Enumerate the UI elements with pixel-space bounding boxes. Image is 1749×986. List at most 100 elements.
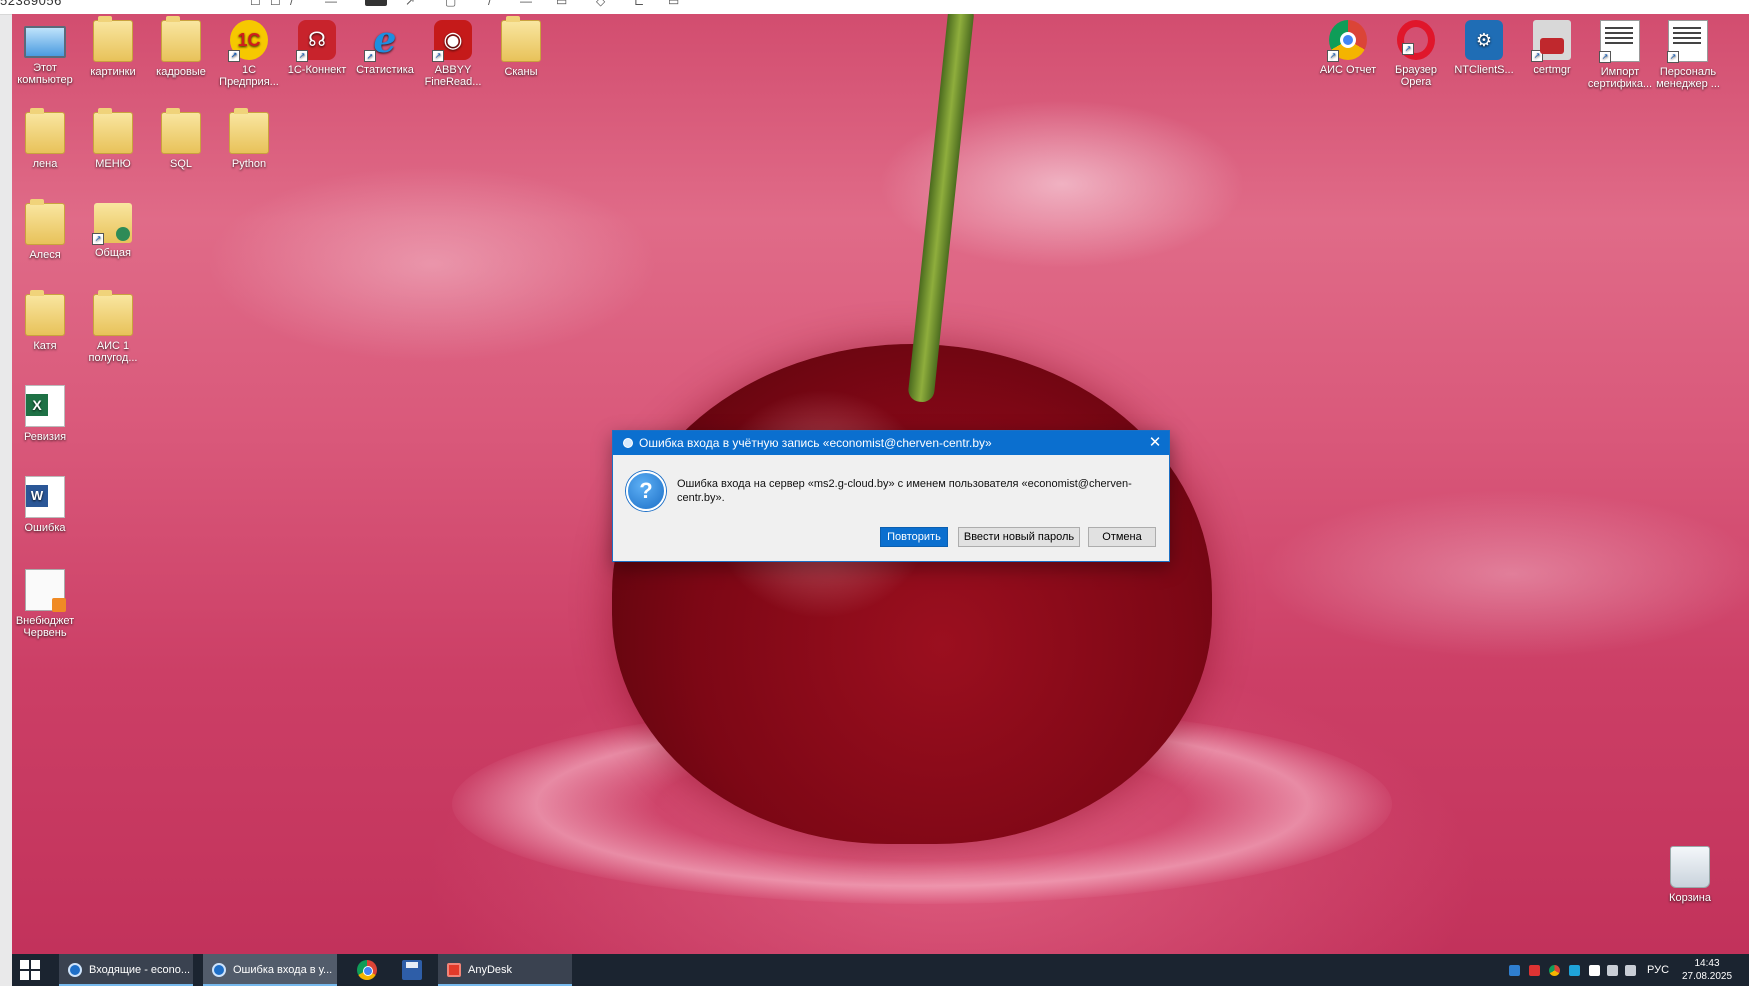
icon-label: АИС Отчет	[1319, 64, 1377, 76]
desktop-icon-1c-konnekt[interactable]: ☊ ↗ 1С-Коннект	[284, 14, 350, 76]
folder-icon	[93, 16, 133, 62]
toolbar-icon-3[interactable]: /	[290, 0, 293, 8]
desktop-icon-oshibka[interactable]: Ошибка	[12, 470, 78, 534]
desktop-icon-ais-otchet[interactable]: ↗ АИС Отчет	[1315, 14, 1381, 76]
desktop-icon-sql[interactable]: SQL	[148, 106, 214, 170]
cancel-button[interactable]: Отмена	[1088, 527, 1156, 547]
new-password-button[interactable]: Ввести новый пароль	[958, 527, 1080, 547]
taskbar: Входящие - econo... Ошибка входа в у... …	[12, 954, 1749, 986]
icon-label: Алеся	[29, 249, 61, 261]
document-icon	[25, 569, 66, 612]
volume-muted-icon[interactable]	[1625, 965, 1636, 976]
thunderbird-app-icon	[623, 438, 633, 448]
toolbar-icon-10[interactable]: ◇	[596, 0, 605, 8]
task-label: AnyDesk	[468, 964, 513, 976]
clock[interactable]: 14:43 27.08.2025	[1677, 957, 1737, 983]
desktop-icon-certmgr[interactable]: ↗ certmgr	[1519, 14, 1585, 76]
toolbar-icon-7[interactable]: /	[488, 0, 491, 8]
tray-monitor-icon[interactable]	[1607, 965, 1618, 976]
close-icon[interactable]: ✕	[1141, 431, 1169, 455]
thunderbird-icon	[68, 963, 82, 977]
icon-label: certmgr	[1533, 64, 1571, 76]
task-label: Входящие - econo...	[89, 964, 191, 976]
dialog-message: Ошибка входа на сервер «ms2.g-cloud.by» …	[677, 478, 1132, 504]
toolbar-icon-9[interactable]: ▭	[556, 0, 567, 8]
desktop-icon-skany[interactable]: Сканы	[488, 14, 554, 78]
desktop-icon-menu[interactable]: МЕНЮ	[80, 106, 146, 170]
folder-icon	[25, 199, 65, 245]
icon-label: кадровые	[156, 66, 206, 78]
language-indicator[interactable]: РУС	[1647, 954, 1669, 986]
1c-icon: 1С ↗	[228, 20, 268, 62]
desktop-icon-1c-enterprise[interactable]: 1С ↗ 1С Предприя...	[216, 14, 282, 88]
icon-label: Статистика	[356, 64, 414, 76]
desktop-icon-recycle-bin[interactable]: Корзина	[1657, 840, 1723, 904]
toolbar-icon-2[interactable]: ☐	[270, 0, 281, 8]
icon-label: Ошибка	[24, 522, 66, 534]
chrome-icon[interactable]	[357, 960, 377, 980]
shared-folder-icon: ↗	[92, 203, 132, 245]
task-anydesk[interactable]: AnyDesk	[438, 954, 572, 986]
desktop-icon-vnebudzhet[interactable]: Внебюджет Червень	[12, 563, 78, 639]
desktop-icon-kartinki[interactable]: картинки	[80, 14, 146, 78]
desktop-icon-lena[interactable]: лена	[12, 106, 78, 170]
icon-label: 1С Предприя...	[219, 64, 279, 88]
tray-app-icon[interactable]	[1509, 965, 1520, 976]
dialog-titlebar[interactable]: Ошибка входа в учётную запись «economist…	[613, 431, 1169, 455]
desktop-icon-obshchaya[interactable]: ↗ Общая	[80, 197, 146, 259]
certmgr-icon: ↗	[1531, 20, 1571, 62]
desktop-icon-personal-manager[interactable]: ↗ Персональ менеджер ...	[1655, 14, 1721, 90]
toolbar-icon-12[interactable]: ▭	[668, 0, 679, 8]
desktop-icon-reviziya[interactable]: Ревизия	[12, 379, 78, 443]
icon-label: Python	[231, 158, 267, 170]
certificate-icon: ↗	[1599, 20, 1640, 63]
floppy-disk-icon[interactable]	[402, 960, 422, 980]
system-tray: РУС 14:43 27.08.2025	[1509, 954, 1749, 986]
icon-label: Ревизия	[23, 431, 67, 443]
anydesk-icon	[447, 963, 461, 977]
headset-icon: ☊ ↗	[296, 20, 336, 62]
folder-icon	[93, 108, 133, 154]
icon-label: SQL	[169, 158, 192, 170]
task-login-error[interactable]: Ошибка входа в у...	[203, 954, 337, 986]
toolbar-icon-11[interactable]: ⊏	[634, 0, 644, 8]
desktop-icon-statistika[interactable]: e ↗ Статистика	[352, 14, 418, 76]
tray-skype-icon[interactable]	[1569, 965, 1580, 976]
icon-label: МЕНЮ	[95, 158, 131, 170]
login-error-dialog: Ошибка входа в учётную запись «economist…	[612, 430, 1170, 562]
thunderbird-icon	[212, 963, 226, 977]
desktop-icon-ntclient[interactable]: ⚙ NTClientS...	[1451, 14, 1517, 76]
chrome-icon: ↗	[1327, 20, 1367, 62]
icon-label: Сканы	[504, 66, 538, 78]
toolbar-icon-6[interactable]: ▢	[445, 0, 456, 8]
remote-toolbar: 52389056 ☐ ☐ / — ↗ ▢ / — ▭ ◇ ⊏ ▭	[0, 0, 1749, 15]
clock-time: 14:43	[1694, 958, 1720, 969]
task-inbox[interactable]: Входящие - econo...	[59, 954, 193, 986]
windows-start-icon[interactable]	[20, 960, 40, 980]
desktop-icon-ais-1-polugod[interactable]: АИС 1 полугод...	[80, 288, 146, 364]
desktop-icon-abbyy[interactable]: ◉ ↗ ABBYY FineRead...	[420, 14, 486, 88]
toolbar-icon-8[interactable]: —	[520, 0, 532, 8]
tray-network-icon[interactable]	[1589, 965, 1600, 976]
icon-label: NTClientS...	[1454, 64, 1514, 76]
desktop-icon-python[interactable]: Python	[216, 106, 282, 170]
toolbar-icon-5[interactable]: ↗	[405, 0, 415, 8]
retry-button[interactable]: Повторить	[880, 527, 948, 547]
desktop-icon-katya[interactable]: Катя	[12, 288, 78, 352]
toolbar-icon-4[interactable]: —	[325, 0, 337, 8]
session-id-text: 52389056	[0, 0, 62, 8]
folder-icon	[25, 108, 65, 154]
tray-chrome-icon[interactable]	[1549, 965, 1560, 976]
opera-icon: ↗	[1397, 20, 1435, 60]
toolbar-icon-1[interactable]: ☐	[250, 0, 261, 8]
desktop-icon-this-computer[interactable]: Этот компьютер	[12, 14, 78, 86]
desktop-icon-import-cert[interactable]: ↗ Импорт сертифика...	[1587, 14, 1653, 90]
desktop-icon-alesya[interactable]: Алеся	[12, 197, 78, 261]
excel-icon	[25, 385, 65, 427]
ntclient-icon: ⚙	[1465, 20, 1503, 60]
dialog-title: Ошибка входа в учётную запись «economist…	[639, 436, 992, 450]
desktop-icon-kadrovye[interactable]: кадровые	[148, 14, 214, 78]
folder-icon	[161, 16, 201, 62]
tray-anydesk-icon[interactable]	[1529, 965, 1540, 976]
desktop-icon-opera[interactable]: ↗ Браузер Opera	[1383, 14, 1449, 88]
